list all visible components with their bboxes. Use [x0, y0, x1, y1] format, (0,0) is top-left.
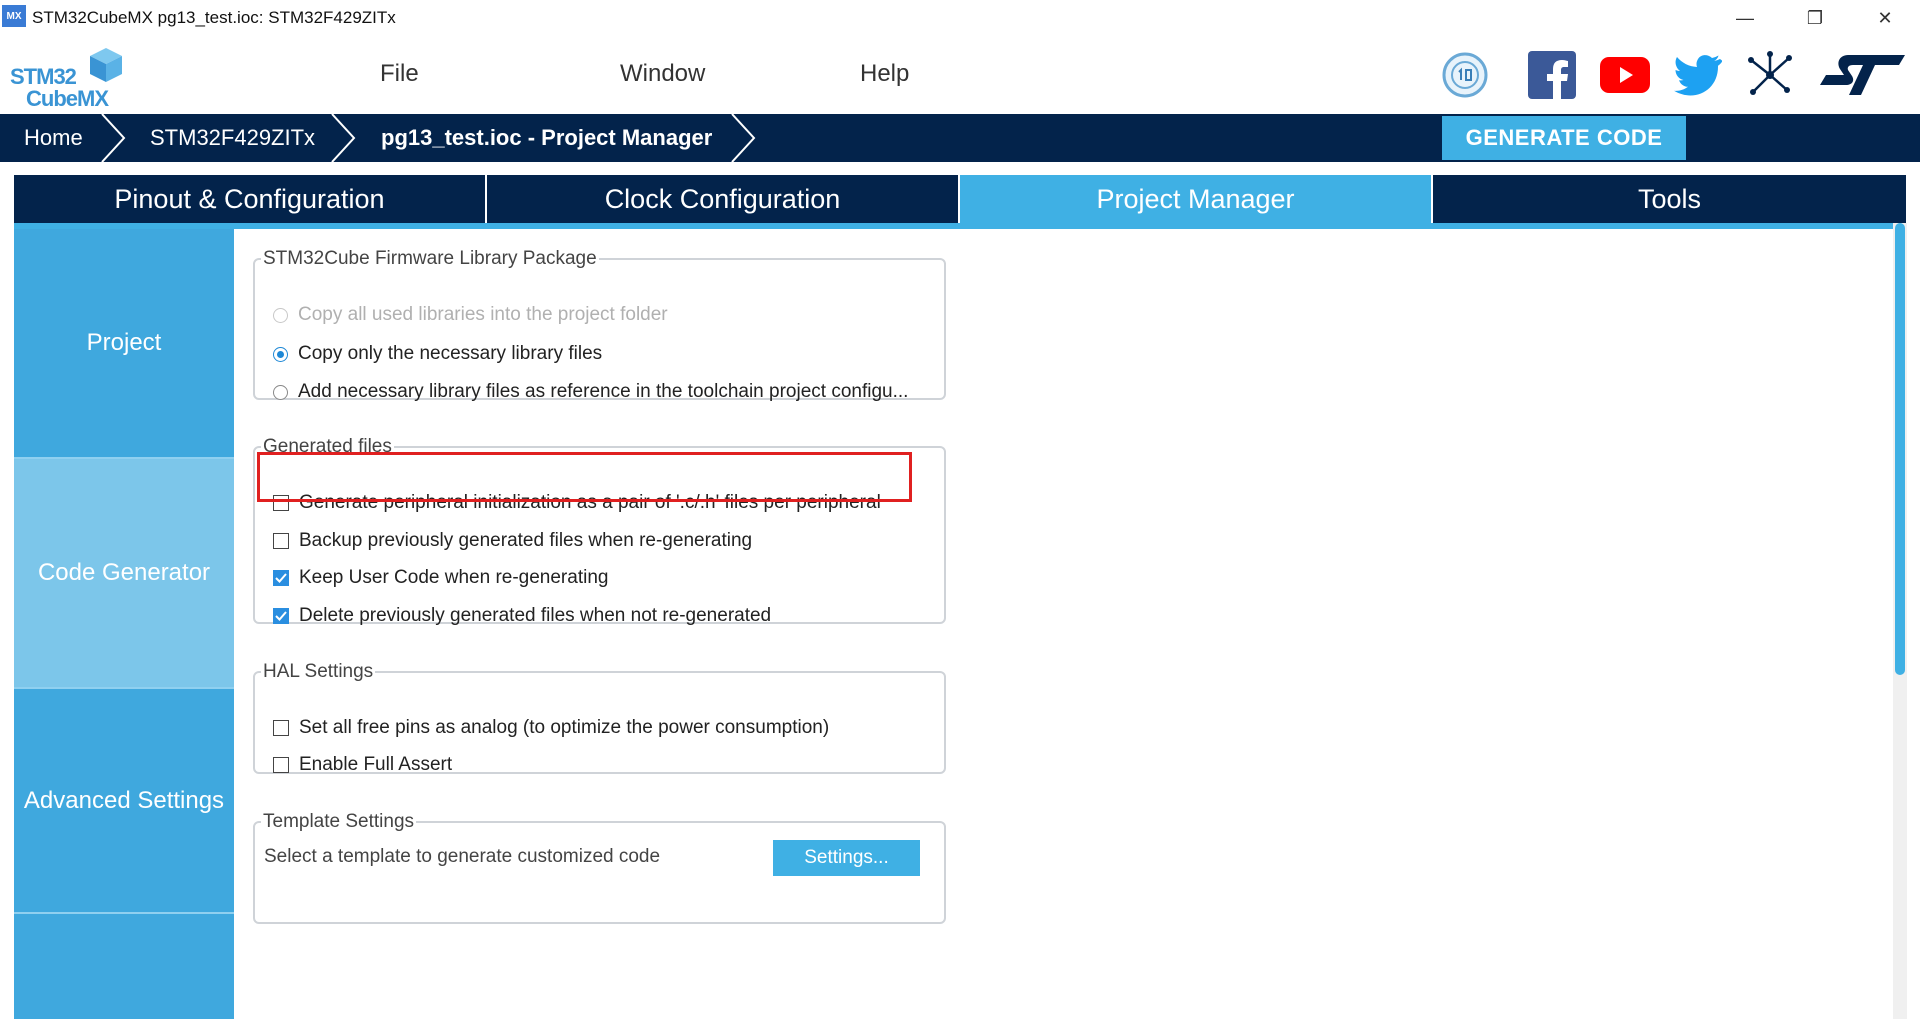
minimize-button[interactable]: — — [1710, 0, 1780, 36]
breadcrumb-home[interactable]: Home — [24, 114, 83, 162]
side-item-advanced-settings[interactable]: Advanced Settings — [14, 689, 234, 914]
option-label: Backup previously generated files when r… — [299, 530, 753, 551]
template-description: Select a template to generate customized… — [264, 846, 661, 867]
restore-button[interactable]: ❐ — [1780, 0, 1850, 36]
tab-project-manager[interactable]: Project Manager — [960, 175, 1433, 223]
checkbox-backup-generated[interactable]: Backup previously generated files when r… — [273, 530, 752, 552]
close-button[interactable]: ✕ — [1850, 0, 1920, 36]
side-item-project[interactable]: Project — [14, 229, 234, 459]
radio-copy-all-libraries[interactable]: Copy all used libraries into the project… — [273, 304, 668, 326]
main-tabs: Pinout & Configuration Clock Configurati… — [14, 175, 1906, 223]
option-label: Copy only the necessary library files — [298, 343, 603, 364]
chevron-right-icon — [731, 114, 756, 162]
highlight-box — [257, 452, 912, 502]
menu-window[interactable]: Window — [620, 60, 705, 88]
breadcrumb-device[interactable]: STM32F429ZITx — [150, 114, 315, 162]
window-title: STM32CubeMX pg13_test.ioc: STM32F429ZITx — [32, 8, 396, 27]
radio-button[interactable] — [273, 307, 288, 323]
menu-bar: STM32 CubeMX File Window Help — [0, 36, 1920, 114]
checkmark-icon — [275, 573, 287, 583]
checkbox[interactable] — [273, 570, 289, 586]
option-label: Set all free pins as analog (to optimize… — [299, 717, 830, 738]
anniversary-badge-icon[interactable] — [1440, 50, 1490, 100]
vertical-scrollbar[interactable] — [1895, 223, 1905, 675]
tab-pinout-configuration[interactable]: Pinout & Configuration — [14, 175, 487, 223]
template-legend: Template Settings — [263, 811, 415, 832]
settings-button[interactable]: Settings... — [773, 840, 920, 876]
radio-button[interactable] — [273, 346, 288, 362]
window-titlebar: MX STM32CubeMX pg13_test.ioc: STM32F429Z… — [0, 0, 1920, 37]
radio-copy-necessary-libraries[interactable]: Copy only the necessary library files — [273, 343, 602, 365]
checkbox-keep-user-code[interactable]: Keep User Code when re-generating — [273, 567, 608, 589]
logo-line2: CubeMX — [26, 86, 109, 111]
firmware-legend: STM32Cube Firmware Library Package — [263, 248, 597, 269]
option-label: Add necessary library files as reference… — [298, 381, 909, 402]
stm32cubemx-logo: STM32 CubeMX — [10, 42, 130, 111]
facebook-icon[interactable] — [1527, 50, 1577, 100]
radio-add-library-reference[interactable]: Add necessary library files as reference… — [273, 381, 908, 403]
breadcrumb: Home STM32F429ZITx pg13_test.ioc - Proje… — [0, 114, 1920, 162]
option-label: Copy all used libraries into the project… — [298, 304, 668, 325]
side-item-code-generator[interactable]: Code Generator — [14, 459, 234, 689]
checkbox[interactable] — [273, 533, 289, 549]
option-label: Delete previously generated files when n… — [299, 605, 772, 626]
checkbox-delete-previous[interactable]: Delete previously generated files when n… — [273, 605, 771, 627]
checkbox-free-pins-analog[interactable]: Set all free pins as analog (to optimize… — [273, 717, 829, 739]
cube-icon — [90, 48, 122, 82]
st-logo-icon[interactable] — [1818, 50, 1908, 100]
side-nav: Project Code Generator Advanced Settings — [14, 229, 234, 1019]
firmware-package-group: STM32Cube Firmware Library Package Copy … — [253, 248, 946, 403]
chevron-right-icon — [331, 114, 356, 162]
menu-file[interactable]: File — [380, 60, 419, 88]
option-label: Enable Full Assert — [299, 754, 453, 775]
radio-button[interactable] — [273, 384, 288, 400]
tab-tools[interactable]: Tools — [1433, 175, 1906, 223]
hal-legend: HAL Settings — [263, 661, 374, 682]
youtube-icon[interactable] — [1600, 50, 1650, 100]
option-label: Keep User Code when re-generating — [299, 567, 609, 588]
network-icon[interactable] — [1745, 50, 1795, 100]
checkmark-icon — [275, 611, 287, 621]
tab-clock-configuration[interactable]: Clock Configuration — [487, 175, 960, 223]
checkbox[interactable] — [273, 720, 289, 736]
menu-help[interactable]: Help — [860, 60, 909, 88]
breadcrumb-project[interactable]: pg13_test.ioc - Project Manager — [381, 114, 712, 162]
generate-code-button[interactable]: GENERATE CODE — [1442, 116, 1686, 160]
app-icon: MX — [2, 5, 26, 27]
checkbox[interactable] — [273, 757, 289, 773]
checkbox-full-assert[interactable]: Enable Full Assert — [273, 754, 452, 776]
chevron-right-icon — [101, 114, 126, 162]
twitter-icon[interactable] — [1672, 50, 1722, 100]
hal-settings-group: HAL Settings Set all free pins as analog… — [253, 661, 946, 776]
checkbox[interactable] — [273, 608, 289, 624]
